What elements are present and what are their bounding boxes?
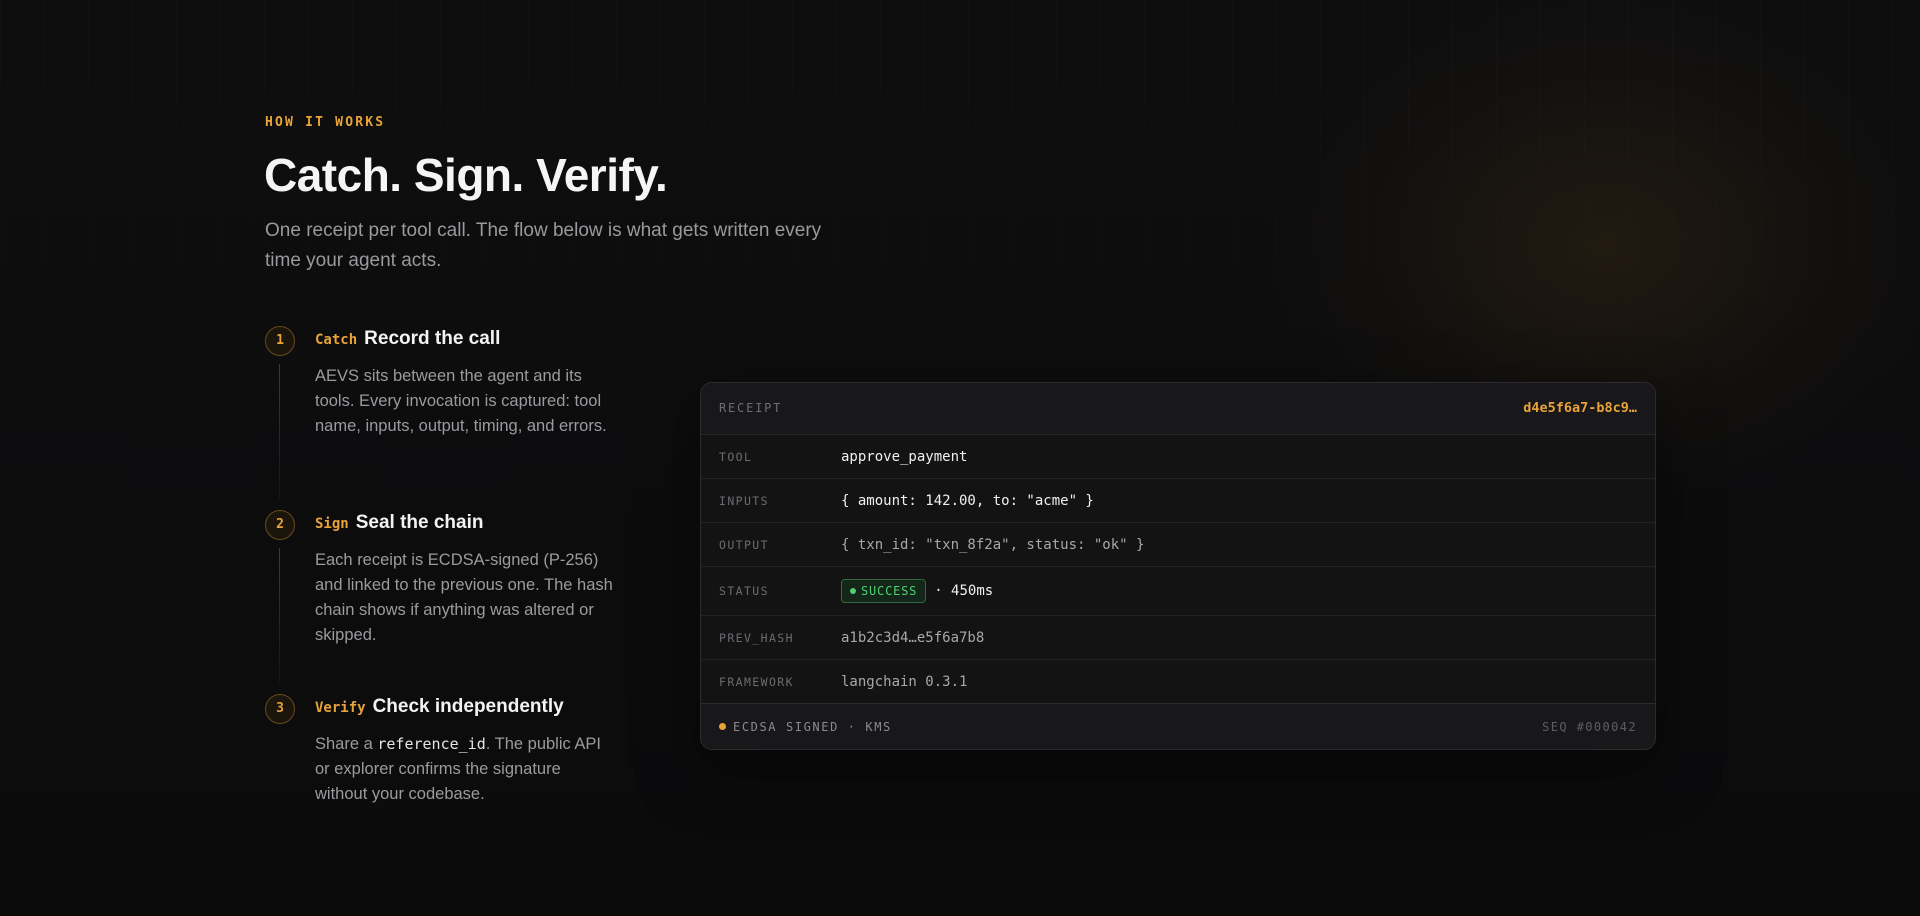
step-connector [279, 548, 280, 684]
field-value: approve_payment [841, 448, 968, 465]
step-number: 3 [265, 694, 295, 724]
receipt-row-inputs: INPUTS { amount: 142.00, to: "acme" } [701, 479, 1655, 523]
field-key: FRAMEWORK [719, 674, 794, 689]
receipt-label: RECEIPT [719, 401, 783, 415]
step-heading: Verify Check independently [315, 696, 564, 718]
step-heading: Sign Seal the chain [315, 512, 484, 534]
status-badge: SUCCESS [841, 579, 927, 603]
step-number: 2 [265, 510, 295, 540]
step-sign: 2 Sign Seal the chain Each receipt is ECD… [265, 510, 625, 694]
field-value: langchain 0.3.1 [841, 673, 968, 690]
signature-label: ECDSA SIGNED · KMS [733, 720, 892, 734]
step-title: Check independently [372, 696, 564, 717]
step-description: Each receipt is ECDSA-signed (P-256) and… [315, 551, 613, 644]
signature-status: ECDSA SIGNED · KMS [719, 720, 892, 734]
field-key: PREV_HASH [719, 630, 794, 645]
step-description: AEVS sits between the agent and its tool… [315, 367, 607, 435]
reference-id-code: reference_id [377, 735, 486, 753]
field-key: INPUTS [719, 493, 769, 508]
how-it-works-section: HOW IT WORKS Catch. Sign. Verify. One re… [0, 0, 1920, 916]
section-eyebrow: HOW IT WORKS [265, 115, 386, 130]
receipt-row-output: OUTPUT { txn_id: "txn_8f2a", status: "ok… [701, 523, 1655, 567]
field-value: { amount: 142.00, to: "acme" } [841, 492, 1094, 509]
step-description: Share a reference_id. The public API or … [315, 732, 615, 807]
field-key: OUTPUT [719, 537, 769, 552]
step-title: Seal the chain [355, 512, 484, 533]
step-description-text: Share a [315, 735, 378, 753]
receipt-fields: TOOL approve_payment INPUTS { amount: 14… [701, 435, 1655, 704]
field-value: a1b2c3d4…e5f6a7b8 [841, 629, 985, 646]
step-verify: 3 Verify Check independently Share a refe… [265, 694, 625, 824]
step-tag: Verify [315, 700, 366, 716]
steps-list: 1 Catch Record the call AEVS sits between… [265, 326, 625, 824]
step-tag: Catch [315, 332, 358, 348]
step-number: 1 [265, 326, 295, 356]
section-subtitle: One receipt per tool call. The flow belo… [265, 220, 822, 271]
receipt-footer: ECDSA SIGNED · KMS SEQ #000042 [701, 704, 1655, 749]
receipt-row-status: STATUS SUCCESS · 450ms [701, 567, 1655, 616]
step-tag: Sign [315, 516, 349, 532]
step-title: Record the call [364, 328, 501, 349]
receipt-row-framework: FRAMEWORK langchain 0.3.1 [701, 660, 1655, 704]
status-badge-label: SUCCESS [861, 584, 918, 598]
receipt-id: d4e5f6a7-b8c9… [1523, 400, 1637, 416]
status-dot-icon [850, 587, 856, 594]
field-value: SUCCESS · 450ms [841, 579, 993, 603]
step-heading: Catch Record the call [315, 328, 500, 350]
section-title: Catch. Sign. Verify. [264, 149, 668, 201]
sequence-number: SEQ #000042 [1542, 720, 1637, 734]
status-duration: · 450ms [934, 583, 994, 599]
step-catch: 1 Catch Record the call AEVS sits between… [265, 326, 625, 510]
step-connector [279, 364, 280, 500]
field-value: { txn_id: "txn_8f2a", status: "ok" } [841, 536, 1145, 553]
receipt-card: RECEIPT d4e5f6a7-b8c9… TOOL approve_paym… [700, 382, 1656, 750]
signed-dot-icon [719, 723, 726, 730]
field-key: TOOL [719, 449, 753, 464]
receipt-row-prev-hash: PREV_HASH a1b2c3d4…e5f6a7b8 [701, 616, 1655, 660]
receipt-header: RECEIPT d4e5f6a7-b8c9… [701, 383, 1655, 435]
field-key: STATUS [719, 584, 769, 598]
receipt-row-tool: TOOL approve_payment [701, 435, 1655, 479]
